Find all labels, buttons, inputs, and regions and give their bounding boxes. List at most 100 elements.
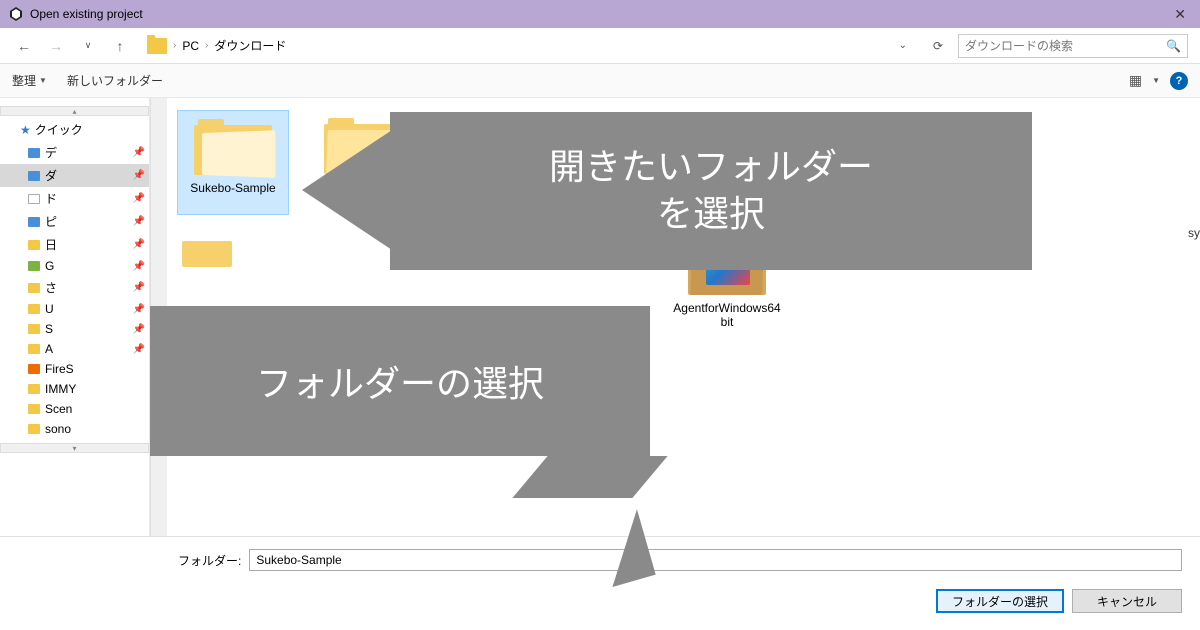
refresh-icon[interactable]: ⟳ (926, 39, 950, 53)
sidebar-scrollbar[interactable] (150, 98, 167, 536)
sidebar-item-label: U (45, 302, 54, 316)
organize-button[interactable]: 整理 ▼ (12, 72, 47, 89)
folder-item[interactable]: チッ (437, 110, 487, 215)
select-folder-button[interactable]: フォルダーの選択 (936, 589, 1064, 613)
breadcrumb-root[interactable]: PC (182, 39, 199, 53)
folder-label: AgentforWindows64bit (673, 301, 781, 330)
title-bar: Open existing project ✕ (0, 0, 1200, 28)
folder-icon (28, 283, 40, 293)
breadcrumb-folder[interactable]: ダウンロード (214, 37, 286, 54)
folder-label: Sukebo-Sample (190, 181, 275, 195)
up-icon[interactable]: ↑ (108, 34, 132, 58)
new-folder-label: 新しいフォルダー (67, 72, 163, 89)
sidebar-item[interactable]: ド📌 (0, 187, 149, 210)
chevron-down-icon[interactable]: ⌄ (899, 40, 907, 51)
sidebar-item[interactable]: ピ📌 (0, 210, 149, 233)
folder-icon (28, 364, 40, 374)
sidebar-item[interactable]: デ📌 (0, 141, 149, 164)
folder-icon (324, 116, 402, 174)
folder-item[interactable]: ハロウィ プ (307, 110, 419, 215)
toolbar: 整理 ▼ 新しいフォルダー ▦ ▼ ? (0, 64, 1200, 98)
sidebar-item-label: さ (45, 279, 57, 296)
sidebar-item[interactable]: sono (0, 419, 149, 439)
pin-icon: 📌 (133, 216, 145, 227)
recent-dropdown-icon[interactable]: ∨ (76, 34, 100, 58)
main-area: ▴ ★ クイック デ📌 ダ📌 ド📌 ピ📌 日📌 G📌 さ📌 U📌 S📌 A📌 F… (0, 98, 1200, 536)
dialog-footer: フォルダー: フォルダーの選択 キャンセル (0, 536, 1200, 623)
sidebar-item[interactable]: U📌 (0, 299, 149, 319)
folder-icon (28, 384, 40, 394)
chevron-right-icon: › (173, 40, 176, 51)
sidebar-item[interactable]: S📌 (0, 319, 149, 339)
sidebar-item-label: ダ (45, 167, 57, 184)
breadcrumb[interactable]: › PC › ダウンロード ⌄ (140, 34, 918, 57)
close-icon[interactable]: ✕ (1168, 6, 1192, 23)
folder-item[interactable]: Sukebo-Sample (177, 110, 289, 215)
sidebar-item[interactable]: IMMY (0, 379, 149, 399)
pin-icon: 📌 (133, 344, 145, 355)
title-bar-left: Open existing project (8, 6, 143, 22)
folder-icon (28, 194, 40, 204)
sidebar-item[interactable]: さ📌 (0, 276, 149, 299)
chevron-down-icon[interactable]: ▼ (1152, 76, 1160, 85)
sidebar-item-label: デ (45, 144, 57, 161)
folder-item[interactable] (177, 231, 237, 336)
sidebar-item[interactable]: A📌 (0, 339, 149, 359)
help-icon[interactable]: ? (1170, 72, 1188, 90)
pin-icon: 📌 (133, 324, 145, 335)
folder-icon (442, 116, 482, 174)
search-input[interactable]: ダウンロードの検索 🔍 (958, 34, 1188, 58)
sidebar-item[interactable]: FireS (0, 359, 149, 379)
folder-field-label: フォルダー: (178, 552, 241, 569)
folder-name-input[interactable] (249, 549, 1182, 571)
pin-icon: 📌 (133, 147, 145, 158)
folder-icon (28, 304, 40, 314)
cancel-button[interactable]: キャンセル (1072, 589, 1182, 613)
view-icon[interactable]: ▦ (1129, 72, 1142, 89)
folder-icon (28, 404, 40, 414)
folder-icon (515, 116, 565, 174)
dialog-buttons: フォルダーの選択 キャンセル (18, 589, 1182, 613)
back-icon[interactable]: ← (12, 34, 36, 58)
pin-icon: 📌 (133, 304, 145, 315)
folder-item[interactable]: AgentforWindows64bit (671, 231, 783, 336)
sidebar-item-label: G (45, 259, 54, 273)
file-grid: Sukebo-Sample ハロウィ プ チッ グラフィ 用32×3 Agent… (167, 98, 1200, 536)
scroll-down-icon[interactable]: ▾ (0, 443, 149, 453)
search-icon: 🔍 (1166, 39, 1181, 53)
sidebar: ▴ ★ クイック デ📌 ダ📌 ド📌 ピ📌 日📌 G📌 さ📌 U📌 S📌 A📌 F… (0, 98, 150, 536)
folder-label: グラフィ 用32×3 (507, 180, 573, 209)
sidebar-item[interactable]: ダ📌 (0, 164, 149, 187)
quick-access-label: クイック (35, 121, 83, 138)
chevron-down-icon: ▼ (39, 76, 47, 85)
search-placeholder: ダウンロードの検索 (965, 37, 1073, 54)
folder-item[interactable] (523, 231, 653, 336)
pin-icon: 📌 (133, 170, 145, 181)
folder-item[interactable] (255, 231, 505, 336)
folder-icon (28, 324, 40, 334)
nav-bar: ← → ∨ ↑ › PC › ダウンロード ⌄ ⟳ ダウンロードの検索 🔍 (0, 28, 1200, 64)
folder-icon (147, 38, 167, 54)
star-icon: ★ (20, 123, 31, 137)
folder-icon (28, 148, 40, 158)
sidebar-quick-access[interactable]: ★ クイック (0, 118, 149, 141)
scroll-up-icon[interactable]: ▴ (0, 106, 149, 116)
folder-label: ハロウィ プ (331, 180, 394, 194)
sidebar-item-label: ピ (45, 213, 57, 230)
forward-icon: → (44, 34, 68, 58)
organize-label: 整理 (12, 72, 36, 89)
folder-label: チッ (450, 180, 474, 194)
pin-icon: 📌 (133, 261, 145, 272)
sidebar-item[interactable]: Scen (0, 399, 149, 419)
sidebar-item[interactable]: 日📌 (0, 233, 149, 256)
new-folder-button[interactable]: 新しいフォルダー (67, 72, 163, 89)
unity-icon (8, 6, 24, 22)
sidebar-item[interactable]: G📌 (0, 256, 149, 276)
folder-icon (28, 240, 40, 250)
folder-icon (194, 117, 272, 175)
chevron-right-icon: › (205, 40, 208, 51)
folder-item[interactable]: グラフィ 用32×3 (505, 110, 575, 215)
window-title: Open existing project (30, 7, 143, 21)
sidebar-item-label: IMMY (45, 382, 76, 396)
sidebar-item-label: ド (45, 190, 57, 207)
